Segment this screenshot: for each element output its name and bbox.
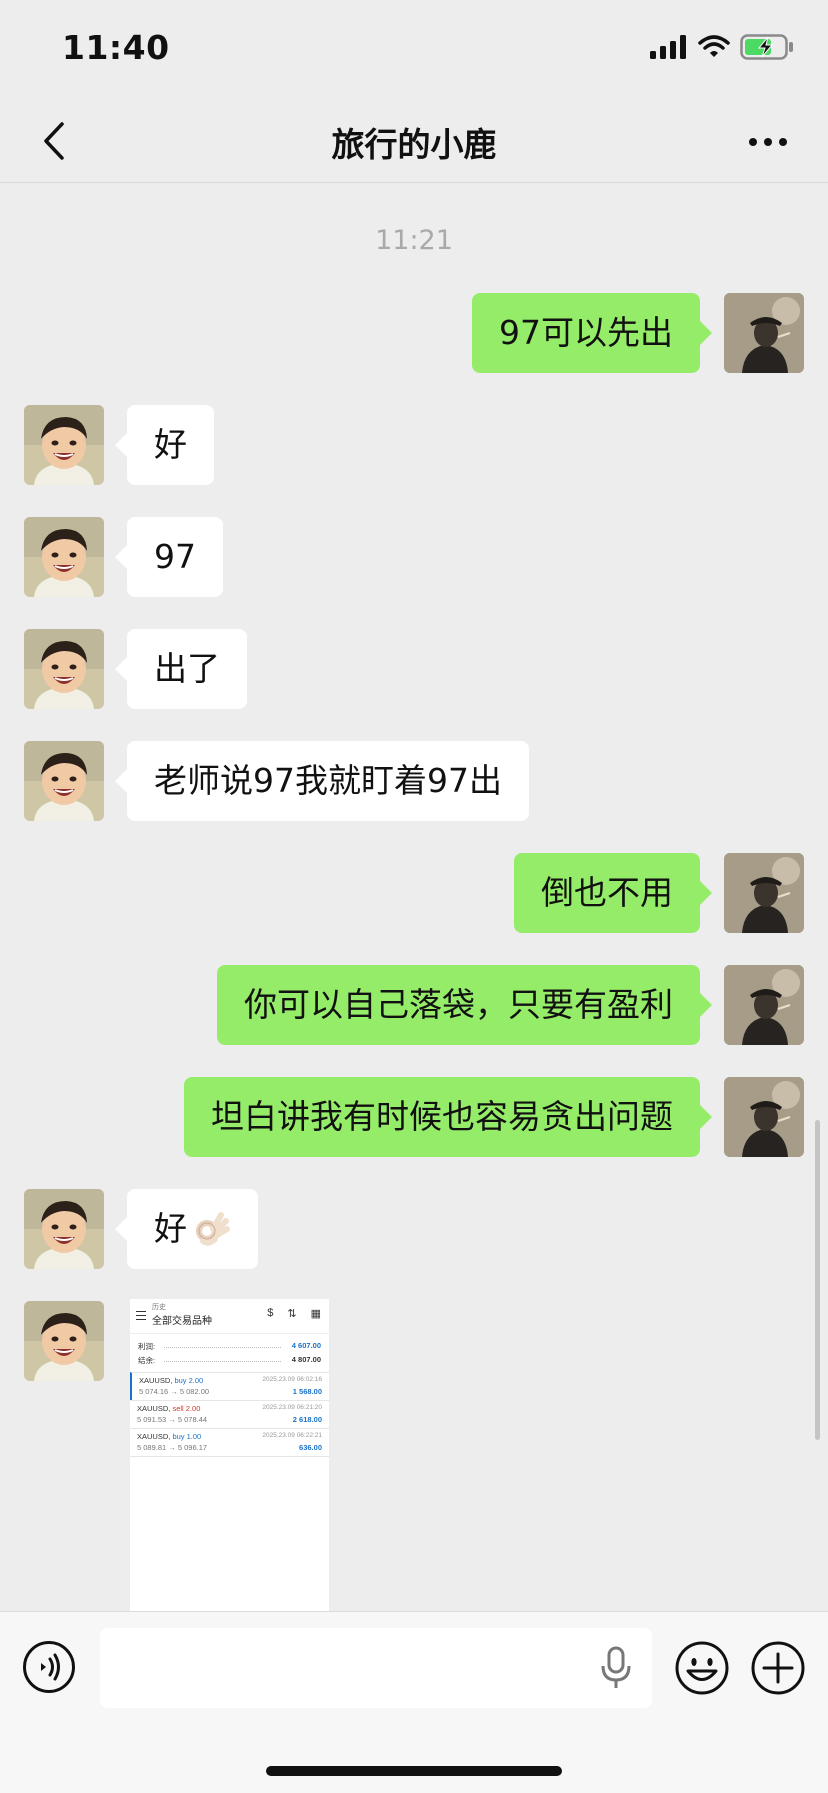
my-avatar[interactable] (724, 1077, 804, 1157)
trade-row: XAUUSD, buy 2.00 5 074.16 → 5 082.00 202… (130, 1372, 329, 1400)
microphone-icon[interactable] (600, 1646, 632, 1690)
received-message-bubble[interactable]: 老师说97我就盯着97出 (115, 741, 529, 821)
sent-message-bubble[interactable]: 你可以自己落袋，只要有盈利 (217, 965, 712, 1045)
calendar-icon: ▦ (310, 1308, 321, 1320)
trade-date: 2025.23.09 06:02:16 (262, 1376, 322, 1383)
contact-avatar[interactable] (24, 629, 104, 709)
my-avatar[interactable] (724, 965, 804, 1045)
trade-profit: 1 568.00 (292, 1387, 322, 1396)
trade-prices: 5 091.53 → 5 078.44 (137, 1415, 208, 1424)
summary-row: 利润: 4 607.00 (138, 1338, 321, 1352)
summary-key: 利润: (138, 1342, 156, 1351)
trade-action: buy 1.00 (172, 1432, 202, 1441)
contact-avatar[interactable] (24, 741, 104, 821)
contact-avatar[interactable] (24, 405, 104, 485)
trade-row: XAUUSD, sell 2.00 5 091.53 → 5 078.44 20… (130, 1400, 329, 1428)
message-timestamp: 11:21 (375, 225, 453, 256)
message-input[interactable] (100, 1628, 652, 1708)
trade-action: buy 2.00 (174, 1376, 204, 1385)
trade-prices: 5 089.81 → 5 096.17 (137, 1443, 208, 1452)
trade-symbol: XAUUSD, (139, 1376, 173, 1385)
summary-value: 4 607.00 (291, 1341, 321, 1350)
trade-profit: 636.00 (299, 1443, 322, 1452)
summary-key: 结余: (138, 1356, 156, 1365)
cellular-signal-icon (650, 35, 686, 59)
received-message-bubble[interactable]: 97 (115, 517, 223, 597)
status-bar: 11:40 (0, 0, 828, 100)
scrollbar[interactable] (815, 1120, 820, 1440)
trade-action: sell 2.00 (172, 1404, 201, 1413)
screenshot-toolbar: $ ⇅ ▦ (267, 1307, 321, 1320)
trade-row: XAUUSD, buy 1.00 5 089.81 → 5 096.17 202… (130, 1428, 329, 1457)
my-avatar[interactable] (724, 853, 804, 933)
sent-message-bubble[interactable]: 倒也不用 (514, 853, 712, 933)
chat-header: 旅行的小鹿 (0, 100, 828, 183)
received-message-bubble[interactable]: 出了 (115, 629, 247, 709)
more-options-icon[interactable] (748, 136, 788, 148)
sent-message-bubble[interactable]: 97可以先出 (472, 293, 712, 373)
status-time: 11:40 (62, 28, 170, 67)
contact-avatar[interactable] (24, 1301, 104, 1381)
trade-date: 2025.23.09 06:21:20 (262, 1404, 322, 1411)
sent-message-bubble[interactable]: 坦白讲我有时候也容易贪出问题 (184, 1077, 712, 1157)
status-icons (650, 34, 794, 60)
home-indicator[interactable] (266, 1766, 562, 1776)
battery-charging-icon (740, 34, 793, 60)
trade-date: 2025.23.09 06:22:21 (262, 1432, 322, 1439)
received-message-bubble[interactable]: 好 (115, 405, 214, 485)
received-message-bubble[interactable]: 好 (115, 1189, 258, 1269)
chat-title: 旅行的小鹿 (331, 125, 497, 164)
summary-value: 4 807.00 (291, 1355, 321, 1364)
ok-hand-emoji-icon (196, 1211, 230, 1246)
currency-sort-icon: $ (267, 1307, 274, 1319)
menu-icon (136, 1311, 146, 1320)
screenshot-title: 全部交易品种 (152, 1316, 212, 1327)
message-text: 好 (154, 1209, 187, 1248)
trade-symbol: XAUUSD, (137, 1404, 171, 1413)
trade-prices: 5 074.16 → 5 082.00 (139, 1387, 210, 1396)
screenshot-subtitle: 历史 (152, 1304, 166, 1311)
image-message[interactable]: 历史 全部交易品种 $ ⇅ ▦ 利润: 4 607.00 结余: 4 807.0… (130, 1299, 329, 1611)
emoji-icon[interactable] (674, 1640, 730, 1696)
my-avatar[interactable] (724, 293, 804, 373)
screenshot-header: 历史 全部交易品种 $ ⇅ ▦ (130, 1299, 329, 1334)
wifi-icon (698, 35, 730, 57)
sort-arrows-icon: ⇅ (287, 1308, 297, 1320)
trade-symbol: XAUUSD, (137, 1432, 171, 1441)
summary-row: 结余: 4 807.00 (138, 1352, 321, 1366)
contact-avatar[interactable] (24, 1189, 104, 1269)
contact-avatar[interactable] (24, 517, 104, 597)
voice-input-icon[interactable] (22, 1640, 76, 1694)
trade-profit: 2 618.00 (292, 1415, 322, 1424)
add-attachment-icon[interactable] (750, 1640, 806, 1696)
